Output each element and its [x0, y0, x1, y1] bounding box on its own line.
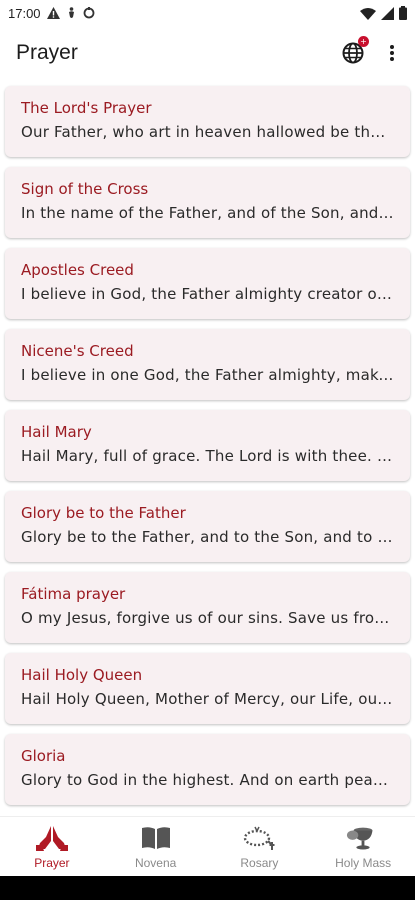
- prayer-card[interactable]: Gloria Glory to God in the highest. And o…: [5, 734, 410, 805]
- nav-label: Novena: [134, 856, 177, 870]
- prayer-title: Nicene's Creed: [21, 342, 134, 360]
- prayer-card[interactable]: Glory be to the Father Glory be to the Fa…: [5, 491, 410, 562]
- prayer-card[interactable]: Apostles Creed I believe in God, the Fath…: [5, 248, 410, 319]
- signal-icon: [381, 6, 394, 20]
- nav-label: Prayer: [34, 856, 70, 870]
- sync-icon: [83, 7, 94, 19]
- system-navigation-bar: [0, 876, 415, 900]
- battery-icon: [399, 6, 407, 20]
- prayer-title: Fátima prayer: [21, 585, 126, 603]
- prayer-title: Hail Holy Queen: [21, 666, 143, 684]
- prayer-title: Gloria: [21, 747, 66, 765]
- prayer-excerpt: Hail Mary, full of grace. The Lord is wi…: [21, 447, 394, 465]
- prayer-title: Glory be to the Father: [21, 504, 186, 522]
- prayer-card[interactable]: Hail Mary Hail Mary, full of grace. The L…: [5, 410, 410, 481]
- nav-item-holy-mass[interactable]: Holy Mass: [311, 817, 415, 876]
- wifi-icon: [360, 7, 376, 20]
- warning-icon: [46, 7, 60, 19]
- prayer-excerpt: I believe in God, the Father almighty cr…: [21, 285, 394, 303]
- nav-item-rosary[interactable]: Rosary: [208, 817, 312, 876]
- chalice-icon: [347, 827, 373, 850]
- status-bar: 17:00: [0, 0, 415, 26]
- more-options-button[interactable]: [385, 39, 399, 67]
- prayer-card[interactable]: Sign of the Cross In the name of the Fath…: [5, 167, 410, 238]
- prayer-card[interactable]: Hail Holy Queen Hail Holy Queen, Mother o…: [5, 653, 410, 724]
- nav-label: Holy Mass: [335, 856, 392, 870]
- nav-item-prayer[interactable]: Prayer: [0, 817, 104, 876]
- prayer-title: Apostles Creed: [21, 261, 134, 279]
- prayer-excerpt: Glory be to the Father, and to the Son, …: [21, 528, 394, 546]
- prayer-title: Sign of the Cross: [21, 180, 149, 198]
- prayer-card[interactable]: Fátima prayer O my Jesus, forgive us of o…: [5, 572, 410, 643]
- nav-item-novena[interactable]: Novena: [104, 817, 208, 876]
- prayer-excerpt: In the name of the Father, and of the So…: [21, 204, 394, 222]
- status-time: 17:00: [8, 5, 41, 21]
- prayer-list: The Lord's Prayer Our Father, who art in …: [5, 86, 410, 815]
- prayer-excerpt: I believe in one God, the Father almight…: [21, 366, 394, 384]
- page-title: Prayer: [16, 41, 78, 64]
- language-badge: +: [358, 36, 369, 47]
- language-button[interactable]: +: [339, 36, 369, 67]
- bottom-navigation: Prayer Novena Rosary Holy Mass: [0, 816, 415, 876]
- prayer-card[interactable]: Nicene's Creed I believe in one God, the …: [5, 329, 410, 400]
- more-vert-icon: [390, 45, 394, 61]
- prayer-title: Hail Mary: [21, 423, 92, 441]
- prayer-card[interactable]: The Lord's Prayer Our Father, who art in …: [5, 86, 410, 157]
- prayer-excerpt: Hail Holy Queen, Mother of Mercy, our Li…: [21, 690, 394, 708]
- rosary-icon: [244, 826, 275, 850]
- prayer-excerpt: Glory to God in the highest. And on eart…: [21, 771, 394, 789]
- app-bar: Prayer +: [0, 30, 415, 76]
- prayer-excerpt: O my Jesus, forgive us of our sins. Save…: [21, 609, 394, 627]
- book-icon: [141, 827, 170, 849]
- nav-label: Rosary: [240, 856, 279, 870]
- accessibility-icon: [68, 6, 74, 18]
- prayer-title: The Lord's Prayer: [21, 99, 152, 117]
- praying-hands-icon: [35, 826, 68, 851]
- prayer-excerpt: Our Father, who art in heaven hallowed b…: [21, 123, 394, 141]
